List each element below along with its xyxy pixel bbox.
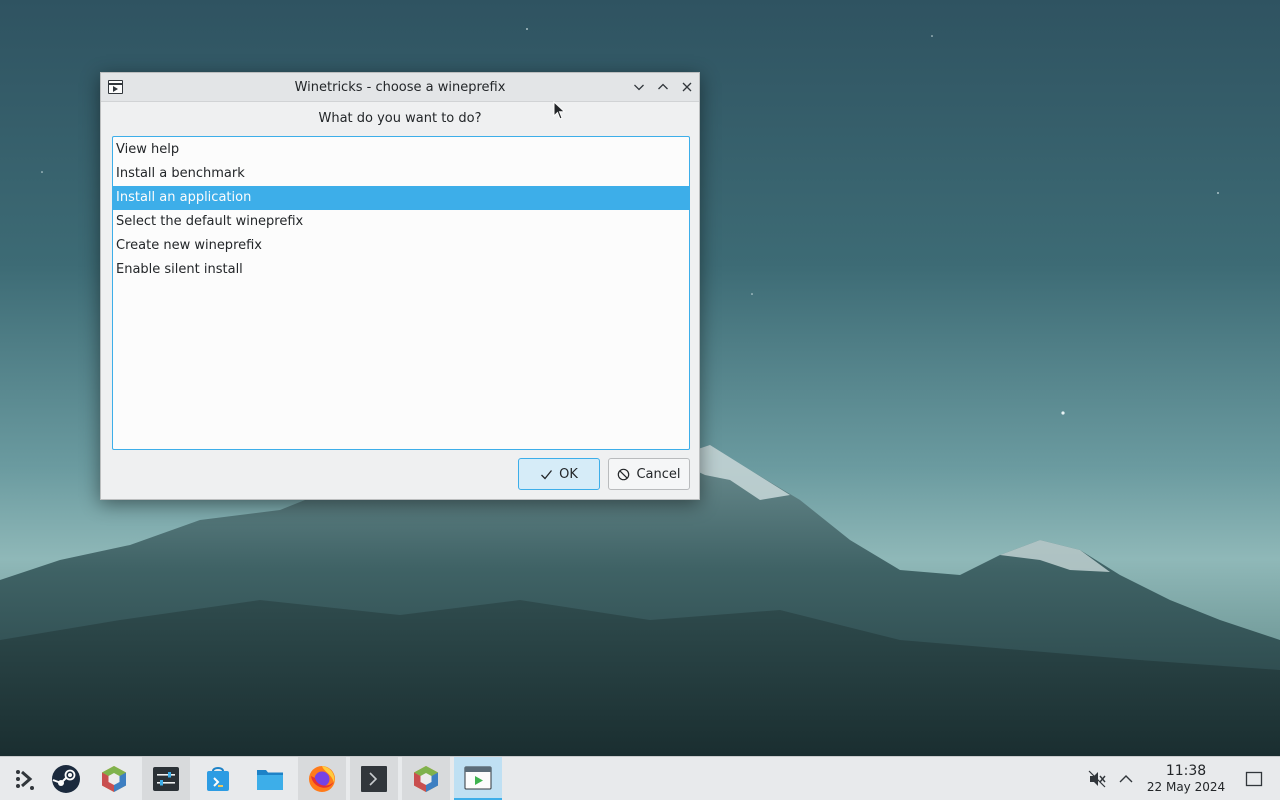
close-icon: [682, 82, 692, 92]
list-item[interactable]: View help: [113, 138, 689, 162]
system-settings-icon: [153, 767, 179, 791]
taskbar: 11:38 22 May 2024: [0, 756, 1280, 800]
file-manager-taskbar-button[interactable]: [246, 757, 294, 800]
package-cube-icon-2: [414, 766, 438, 792]
terminal-icon: [361, 766, 387, 792]
maximize-button[interactable]: [654, 78, 672, 96]
firefox-taskbar-button[interactable]: [298, 757, 346, 800]
discover-store-icon: [207, 767, 229, 791]
winetricks-dialog: Winetricks - choose a wineprefix What do…: [100, 72, 700, 500]
package-cube-taskbar-button[interactable]: [90, 757, 138, 800]
list-item[interactable]: Install a benchmark: [113, 162, 689, 186]
cancel-button[interactable]: Cancel: [608, 458, 690, 490]
show-desktop-icon[interactable]: [1244, 769, 1264, 789]
chevron-up-icon: [658, 83, 668, 90]
steam-icon: [52, 765, 80, 793]
window-titlebar[interactable]: Winetricks - choose a wineprefix: [101, 73, 699, 102]
list-item[interactable]: Enable silent install: [113, 258, 689, 282]
options-list[interactable]: View help Install a benchmark Install an a…: [112, 136, 690, 450]
minimize-button[interactable]: [630, 78, 648, 96]
close-button[interactable]: [678, 78, 696, 96]
package-cube-taskbar-button-2[interactable]: [402, 757, 450, 800]
dialog-prompt: What do you want to do?: [318, 111, 482, 126]
volume-muted-icon[interactable]: [1087, 769, 1107, 789]
checkmark-icon: [541, 469, 553, 479]
cancel-button-label: Cancel: [636, 466, 681, 482]
chevron-down-icon: [634, 84, 644, 91]
cancel-icon: [618, 468, 630, 480]
list-item[interactable]: Install an application: [113, 186, 689, 210]
file-manager-icon: [257, 770, 283, 790]
list-item[interactable]: Create new wineprefix: [113, 234, 689, 258]
clock-date[interactable]: 22 May 2024: [1140, 780, 1232, 794]
winetricks-window-icon: [464, 766, 492, 789]
system-settings-taskbar-button[interactable]: [142, 757, 190, 800]
steam-taskbar-button[interactable]: [42, 757, 90, 800]
package-cube-icon: [102, 766, 126, 792]
window-title: Winetricks - choose a wineprefix: [294, 80, 506, 95]
list-item[interactable]: Select the default wineprefix: [113, 210, 689, 234]
application-launcher-button[interactable]: [0, 757, 48, 800]
terminal-taskbar-button[interactable]: [350, 757, 398, 800]
discover-taskbar-button[interactable]: [194, 757, 242, 800]
ok-button-label: OK: [559, 466, 578, 482]
ok-button[interactable]: OK: [518, 458, 600, 490]
mouse-pointer-icon: [553, 101, 566, 120]
tray-expand-chevron-up-icon[interactable]: [1116, 769, 1136, 789]
application-launcher-icon: [16, 770, 34, 790]
clock-time[interactable]: 11:38: [1150, 763, 1222, 779]
firefox-icon: [309, 766, 335, 792]
winetricks-taskbar-button[interactable]: [454, 757, 502, 800]
